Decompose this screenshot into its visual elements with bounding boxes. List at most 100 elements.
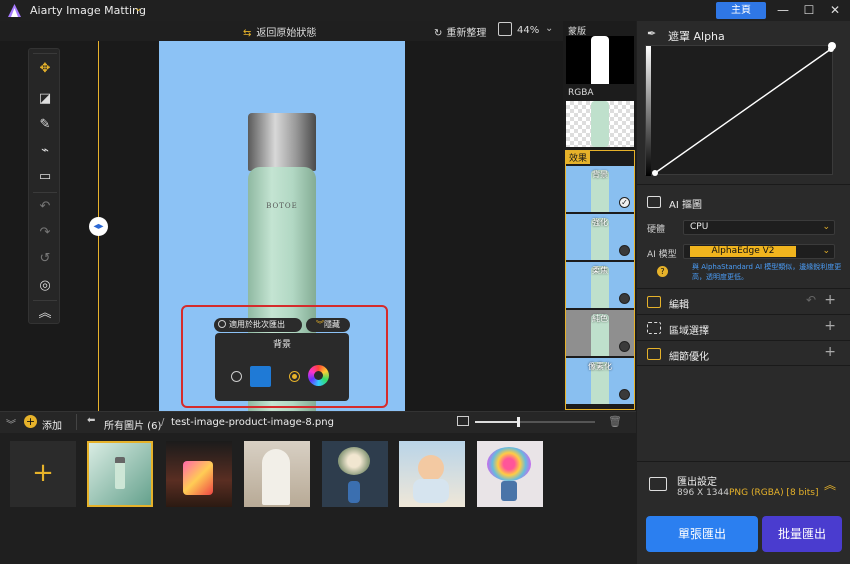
current-filename: test-image-product-image-8.png xyxy=(171,417,334,428)
rgba-label: RGBA xyxy=(568,88,594,98)
reset-button[interactable]: ↻ 重新整理 xyxy=(434,24,486,39)
brush-icon[interactable]: ✎ xyxy=(29,113,61,137)
back-arrow-icon[interactable]: ⬅ xyxy=(87,415,95,426)
add-image-tile[interactable]: + xyxy=(10,441,76,507)
effect-thumb-background[interactable]: 背景 ✓ xyxy=(566,166,634,212)
mask-thumbnail[interactable] xyxy=(566,36,634,84)
eraser-icon[interactable]: ◪ xyxy=(29,87,61,111)
restore-original-button[interactable]: ⇆ 返回原始狀態 xyxy=(243,24,316,39)
tool-palette: ✥ ◪ ✎ ⌁ ▭ ↶ ↷ ↺ ◎ ︽ xyxy=(28,48,60,324)
collapse-icon[interactable]: ︽ xyxy=(29,302,61,326)
image-background-icon[interactable] xyxy=(250,366,271,387)
image-thumbnail-6[interactable] xyxy=(477,441,543,507)
hide-chevron-icon: ︾ xyxy=(316,320,324,329)
region-add-icon[interactable]: + xyxy=(824,318,836,334)
expand-up-icon[interactable]: ︽ xyxy=(824,476,836,493)
all-images-link[interactable]: 所有圖片 (6) xyxy=(104,417,161,432)
effect-thumb-solid[interactable]: 純色 xyxy=(566,310,634,356)
batch-export-button[interactable]: 批量匯出 xyxy=(762,516,842,552)
effect-thumb-enhance[interactable]: 強化 xyxy=(566,214,634,260)
bottle-brand: BOTOE xyxy=(266,202,298,210)
move-tool-icon[interactable]: ✥ xyxy=(29,57,61,81)
hide-button[interactable]: ︾隱藏 xyxy=(306,318,350,332)
model-select[interactable]: AlphaEdge V2 ⌄ xyxy=(683,244,835,259)
zoom-chevron-down-icon[interactable]: ⌄ xyxy=(545,23,553,34)
divider xyxy=(76,414,77,430)
image-thumbnail-4[interactable] xyxy=(322,441,388,507)
refine-icon xyxy=(647,348,661,360)
roller-icon[interactable]: ▭ xyxy=(29,165,61,189)
image-thumbnail-3[interactable] xyxy=(244,441,310,507)
restore-icon: ⇆ xyxy=(243,28,252,39)
close-button[interactable]: ✕ xyxy=(826,2,844,18)
edit-icon xyxy=(647,296,661,308)
refine-add-icon[interactable]: + xyxy=(824,344,836,360)
help-icon[interactable]: ? xyxy=(657,266,668,277)
image-thumbnail-5[interactable] xyxy=(399,441,465,507)
add-button[interactable]: 添加 xyxy=(42,417,62,432)
effect-thumb-blur[interactable]: 柔焦 xyxy=(566,262,634,308)
rgba-thumbnail[interactable] xyxy=(566,101,634,147)
curve-endpoint-handle[interactable] xyxy=(828,42,836,50)
broom-icon[interactable]: ⌁ xyxy=(29,139,61,163)
alpha-curve-editor[interactable] xyxy=(645,45,834,176)
refresh-icon: ↻ xyxy=(434,28,443,39)
model-chevron-icon: ⌄ xyxy=(822,246,830,256)
reset-icon[interactable]: ↺ xyxy=(29,247,61,271)
single-export-button[interactable]: 單張匯出 xyxy=(646,516,758,552)
hardware-chevron-icon: ⌄ xyxy=(822,222,830,232)
thumbnail-size-icon xyxy=(457,416,469,426)
export-settings[interactable]: 匯出設定 896 X 1344 PNG (RGBA) [8 bits] ︽ xyxy=(637,461,850,509)
image-thumbnail-2[interactable] xyxy=(166,441,232,507)
collapse-chevron-icon[interactable]: ︾ xyxy=(6,416,16,431)
export-format: PNG (RGBA) [8 bits] xyxy=(729,488,819,498)
undo-icon[interactable]: ↶ xyxy=(29,195,61,219)
edit-section[interactable]: 編輯 ↶ + xyxy=(637,288,850,314)
model-description: 與 AlphaStandard AI 模型類似，邊緣銳利度更高，透明度更低。 xyxy=(692,263,842,281)
refine-title: 細節優化 xyxy=(669,352,709,363)
title-chevron-down-icon[interactable]: ⌄ xyxy=(134,3,142,14)
eyedropper-icon: ✒ xyxy=(647,27,657,40)
bg-color-radio[interactable] xyxy=(289,371,300,382)
add-icon[interactable]: + xyxy=(24,415,37,428)
maximize-button[interactable]: ☐ xyxy=(800,2,818,18)
ai-matting-title: AI 摳圖 xyxy=(669,200,702,211)
refine-section[interactable]: 細節優化 + xyxy=(637,340,850,366)
background-title: 背景 xyxy=(272,340,291,350)
zoom-icon[interactable] xyxy=(498,22,512,36)
effects-label: 效果 xyxy=(566,151,591,164)
trash-icon[interactable]: 🗑 xyxy=(608,415,622,428)
region-section[interactable]: 區域選擇 + xyxy=(637,314,850,340)
edit-title: 編輯 xyxy=(669,300,689,311)
focus-icon[interactable]: ◎ xyxy=(29,274,61,298)
compare-handle-icon[interactable]: ◂▸ xyxy=(89,217,108,236)
bg-image-radio[interactable] xyxy=(231,371,242,382)
bottle-cap xyxy=(248,113,316,171)
edit-add-icon[interactable]: + xyxy=(824,292,836,308)
export-settings-icon xyxy=(649,477,667,491)
app-logo-icon xyxy=(8,4,21,17)
home-button[interactable]: 主頁 xyxy=(716,2,766,19)
ai-matting-section: AI 摳圖 硬體 CPU ⌄ AI 模型 AlphaEdge V2 ⌄ ? 與 Al… xyxy=(637,184,850,286)
hardware-label: 硬體 xyxy=(647,225,666,235)
minimize-button[interactable]: — xyxy=(774,2,792,18)
image-thumbnail-1[interactable] xyxy=(87,441,153,507)
hardware-select[interactable]: CPU ⌄ xyxy=(683,220,835,235)
add-image-icon: + xyxy=(32,458,54,488)
effect-thumb-pixelate[interactable]: 像素化 xyxy=(566,358,634,404)
apply-radio[interactable] xyxy=(218,320,226,328)
region-select-icon xyxy=(647,322,661,334)
redo-icon[interactable]: ↷ xyxy=(29,221,61,245)
edit-undo-icon[interactable]: ↶ xyxy=(806,293,816,307)
model-label: AI 模型 xyxy=(647,250,677,260)
check-icon: ✓ xyxy=(619,197,630,208)
apply-batch-toggle[interactable]: 適用於批次匯出 xyxy=(214,318,302,332)
app-title: Aiarty Image Matting xyxy=(30,4,146,17)
zoom-level[interactable]: 44% xyxy=(517,25,539,36)
alpha-curve-graph[interactable] xyxy=(646,46,834,176)
color-picker-center xyxy=(314,371,323,380)
thumbnail-size-slider[interactable] xyxy=(475,421,595,423)
breadcrumb-separator: / xyxy=(161,417,165,428)
slider-handle[interactable] xyxy=(517,417,520,427)
export-size: 896 X 1344 xyxy=(677,488,729,498)
